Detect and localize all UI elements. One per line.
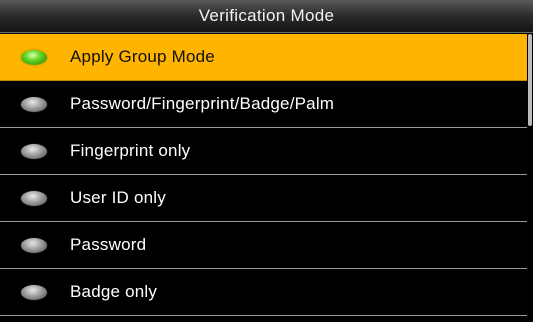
radio-unselected-icon [21, 96, 47, 112]
radio-unselected-icon [21, 143, 47, 159]
option-label: User ID only [70, 188, 166, 207]
radio-unselected-icon [21, 237, 47, 253]
scrollbar[interactable] [527, 34, 533, 322]
option-apply-group-mode[interactable]: Apply Group Mode [0, 34, 527, 81]
radio-selected-icon [21, 49, 47, 65]
verification-mode-screen: Verification Mode Apply Group Mode Passw… [0, 0, 533, 322]
title-bar: Verification Mode [0, 0, 533, 33]
option-password-fingerprint-badge-palm[interactable]: Password/Fingerprint/Badge/Palm [0, 81, 527, 128]
option-password[interactable]: Password [0, 222, 527, 269]
option-user-id-only[interactable]: User ID only [0, 175, 527, 222]
scroll-thumb[interactable] [528, 34, 532, 126]
option-fingerprint-only[interactable]: Fingerprint only [0, 128, 527, 175]
page-title: Verification Mode [198, 6, 335, 25]
option-badge-only[interactable]: Badge only [0, 269, 527, 316]
option-label: Fingerprint only [70, 141, 191, 160]
radio-unselected-icon [21, 284, 47, 300]
radio-unselected-icon [21, 190, 47, 206]
verification-mode-list: Apply Group Mode Password/Fingerprint/Ba… [0, 34, 533, 322]
option-label: Password/Fingerprint/Badge/Palm [70, 94, 335, 113]
option-label: Password [70, 235, 147, 254]
option-label: Apply Group Mode [70, 47, 215, 66]
option-label: Badge only [70, 282, 158, 301]
